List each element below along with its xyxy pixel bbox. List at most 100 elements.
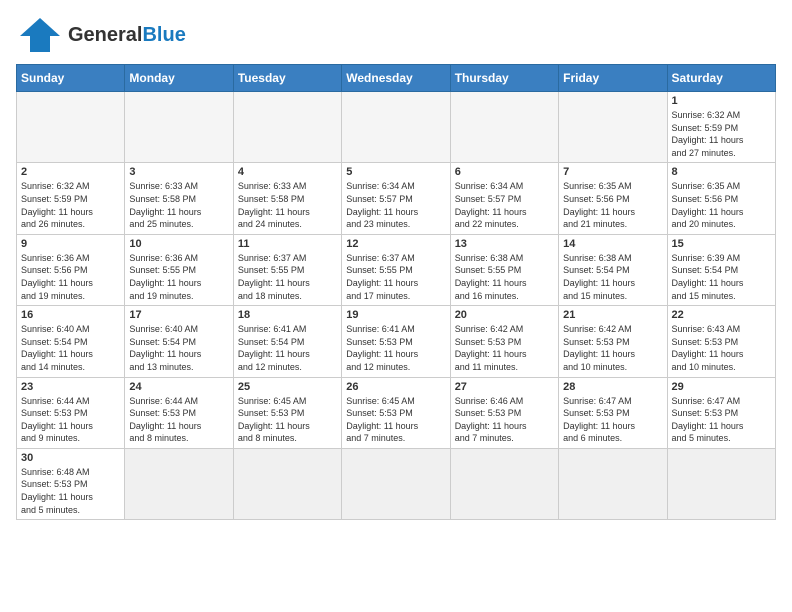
calendar-table: SundayMondayTuesdayWednesdayThursdayFrid… <box>16 64 776 520</box>
day-info: Sunrise: 6:42 AM Sunset: 5:53 PM Dayligh… <box>455 323 554 373</box>
calendar-cell <box>342 448 450 519</box>
day-number: 10 <box>129 238 228 250</box>
day-number: 26 <box>346 381 445 393</box>
day-info: Sunrise: 6:33 AM Sunset: 5:58 PM Dayligh… <box>238 180 337 230</box>
calendar-cell: 11Sunrise: 6:37 AM Sunset: 5:55 PM Dayli… <box>233 234 341 305</box>
calendar-week-0: 1Sunrise: 6:32 AM Sunset: 5:59 PM Daylig… <box>17 92 776 163</box>
day-info: Sunrise: 6:37 AM Sunset: 5:55 PM Dayligh… <box>238 252 337 302</box>
calendar-cell: 20 Sunrise: 6:42 AM Sunset: 5:53 PM Dayli… <box>450 306 558 377</box>
day-number: 15 <box>672 238 771 250</box>
day-number: 27 <box>455 381 554 393</box>
day-info: Sunrise: 6:41 AM Sunset: 5:54 PM Dayligh… <box>238 323 337 373</box>
calendar-week-2: 9 Sunrise: 6:36 AM Sunset: 5:56 PM Daylig… <box>17 234 776 305</box>
day-info: Sunrise: 6:33 AM Sunset: 5:58 PM Dayligh… <box>129 180 228 230</box>
logo-text: GeneralBlue <box>68 24 186 46</box>
day-info: Sunrise: 6:43 AM Sunset: 5:53 PM Dayligh… <box>672 323 771 373</box>
calendar-cell: 10Sunrise: 6:36 AM Sunset: 5:55 PM Dayli… <box>125 234 233 305</box>
day-number: 12 <box>346 238 445 250</box>
calendar-cell <box>559 92 667 163</box>
calendar-body: 1Sunrise: 6:32 AM Sunset: 5:59 PM Daylig… <box>17 92 776 520</box>
calendar-cell: 22 Sunrise: 6:43 AM Sunset: 5:53 PM Dayli… <box>667 306 775 377</box>
day-number: 19 <box>346 309 445 321</box>
calendar-cell <box>233 448 341 519</box>
calendar-cell: 14Sunrise: 6:38 AM Sunset: 5:54 PM Dayli… <box>559 234 667 305</box>
day-info: Sunrise: 6:47 AM Sunset: 5:53 PM Dayligh… <box>563 395 662 445</box>
day-number: 18 <box>238 309 337 321</box>
day-number: 28 <box>563 381 662 393</box>
weekday-header-friday: Friday <box>559 65 667 92</box>
calendar-cell: 2 Sunrise: 6:32 AM Sunset: 5:59 PM Daylig… <box>17 163 125 234</box>
calendar-cell: 12Sunrise: 6:37 AM Sunset: 5:55 PM Dayli… <box>342 234 450 305</box>
day-number: 7 <box>563 166 662 178</box>
calendar-cell: 1Sunrise: 6:32 AM Sunset: 5:59 PM Daylig… <box>667 92 775 163</box>
calendar-cell: 4 Sunrise: 6:33 AM Sunset: 5:58 PM Daylig… <box>233 163 341 234</box>
day-number: 14 <box>563 238 662 250</box>
day-info: Sunrise: 6:40 AM Sunset: 5:54 PM Dayligh… <box>129 323 228 373</box>
calendar-cell: 25 Sunrise: 6:45 AM Sunset: 5:53 PM Dayli… <box>233 377 341 448</box>
day-number: 30 <box>21 452 120 464</box>
calendar-week-5: 30 Sunrise: 6:48 AM Sunset: 5:53 PM Dayli… <box>17 448 776 519</box>
day-number: 25 <box>238 381 337 393</box>
day-number: 17 <box>129 309 228 321</box>
day-number: 4 <box>238 166 337 178</box>
weekday-header-sunday: Sunday <box>17 65 125 92</box>
calendar-cell: 9 Sunrise: 6:36 AM Sunset: 5:56 PM Daylig… <box>17 234 125 305</box>
calendar-cell <box>450 448 558 519</box>
logo-icon <box>16 16 64 54</box>
calendar-cell: 7Sunrise: 6:35 AM Sunset: 5:56 PM Daylig… <box>559 163 667 234</box>
weekday-header-monday: Monday <box>125 65 233 92</box>
weekday-header-wednesday: Wednesday <box>342 65 450 92</box>
day-info: Sunrise: 6:44 AM Sunset: 5:53 PM Dayligh… <box>21 395 120 445</box>
calendar-cell <box>17 92 125 163</box>
day-number: 21 <box>563 309 662 321</box>
day-number: 13 <box>455 238 554 250</box>
day-info: Sunrise: 6:45 AM Sunset: 5:53 PM Dayligh… <box>238 395 337 445</box>
calendar-week-1: 2 Sunrise: 6:32 AM Sunset: 5:59 PM Daylig… <box>17 163 776 234</box>
calendar-cell: 15 Sunrise: 6:39 AM Sunset: 5:54 PM Dayli… <box>667 234 775 305</box>
calendar-cell: 29Sunrise: 6:47 AM Sunset: 5:53 PM Dayli… <box>667 377 775 448</box>
day-info: Sunrise: 6:32 AM Sunset: 5:59 PM Dayligh… <box>21 180 120 230</box>
calendar-cell: 26 Sunrise: 6:45 AM Sunset: 5:53 PM Dayli… <box>342 377 450 448</box>
day-number: 20 <box>455 309 554 321</box>
day-info: Sunrise: 6:45 AM Sunset: 5:53 PM Dayligh… <box>346 395 445 445</box>
calendar-cell: 17 Sunrise: 6:40 AM Sunset: 5:54 PM Dayli… <box>125 306 233 377</box>
calendar-cell: 21 Sunrise: 6:42 AM Sunset: 5:53 PM Dayli… <box>559 306 667 377</box>
calendar-cell: 18 Sunrise: 6:41 AM Sunset: 5:54 PM Dayli… <box>233 306 341 377</box>
calendar-cell: 5 Sunrise: 6:34 AM Sunset: 5:57 PM Daylig… <box>342 163 450 234</box>
day-info: Sunrise: 6:44 AM Sunset: 5:53 PM Dayligh… <box>129 395 228 445</box>
day-number: 22 <box>672 309 771 321</box>
calendar-cell: 27 Sunrise: 6:46 AM Sunset: 5:53 PM Dayli… <box>450 377 558 448</box>
calendar-cell: 23Sunrise: 6:44 AM Sunset: 5:53 PM Dayli… <box>17 377 125 448</box>
logo: GeneralBlue <box>16 16 186 54</box>
page-header: GeneralBlue <box>16 16 776 54</box>
day-info: Sunrise: 6:46 AM Sunset: 5:53 PM Dayligh… <box>455 395 554 445</box>
calendar-cell: 30 Sunrise: 6:48 AM Sunset: 5:53 PM Dayli… <box>17 448 125 519</box>
calendar-cell: 19 Sunrise: 6:41 AM Sunset: 5:53 PM Dayli… <box>342 306 450 377</box>
day-number: 6 <box>455 166 554 178</box>
day-info: Sunrise: 6:36 AM Sunset: 5:56 PM Dayligh… <box>21 252 120 302</box>
calendar-cell <box>667 448 775 519</box>
calendar-cell: 16Sunrise: 6:40 AM Sunset: 5:54 PM Dayli… <box>17 306 125 377</box>
day-info: Sunrise: 6:48 AM Sunset: 5:53 PM Dayligh… <box>21 466 120 516</box>
calendar-cell <box>559 448 667 519</box>
weekday-header-tuesday: Tuesday <box>233 65 341 92</box>
day-info: Sunrise: 6:40 AM Sunset: 5:54 PM Dayligh… <box>21 323 120 373</box>
calendar-cell <box>233 92 341 163</box>
day-info: Sunrise: 6:32 AM Sunset: 5:59 PM Dayligh… <box>672 109 771 159</box>
day-number: 9 <box>21 238 120 250</box>
day-info: Sunrise: 6:42 AM Sunset: 5:53 PM Dayligh… <box>563 323 662 373</box>
day-info: Sunrise: 6:47 AM Sunset: 5:53 PM Dayligh… <box>672 395 771 445</box>
day-info: Sunrise: 6:34 AM Sunset: 5:57 PM Dayligh… <box>455 180 554 230</box>
day-number: 5 <box>346 166 445 178</box>
day-info: Sunrise: 6:41 AM Sunset: 5:53 PM Dayligh… <box>346 323 445 373</box>
day-info: Sunrise: 6:35 AM Sunset: 5:56 PM Dayligh… <box>672 180 771 230</box>
day-number: 2 <box>21 166 120 178</box>
calendar-cell: 28 Sunrise: 6:47 AM Sunset: 5:53 PM Dayli… <box>559 377 667 448</box>
calendar-cell: 13 Sunrise: 6:38 AM Sunset: 5:55 PM Dayli… <box>450 234 558 305</box>
day-info: Sunrise: 6:39 AM Sunset: 5:54 PM Dayligh… <box>672 252 771 302</box>
calendar-cell <box>125 92 233 163</box>
day-info: Sunrise: 6:38 AM Sunset: 5:55 PM Dayligh… <box>455 252 554 302</box>
calendar-cell: 8Sunrise: 6:35 AM Sunset: 5:56 PM Daylig… <box>667 163 775 234</box>
calendar-cell <box>125 448 233 519</box>
day-info: Sunrise: 6:34 AM Sunset: 5:57 PM Dayligh… <box>346 180 445 230</box>
